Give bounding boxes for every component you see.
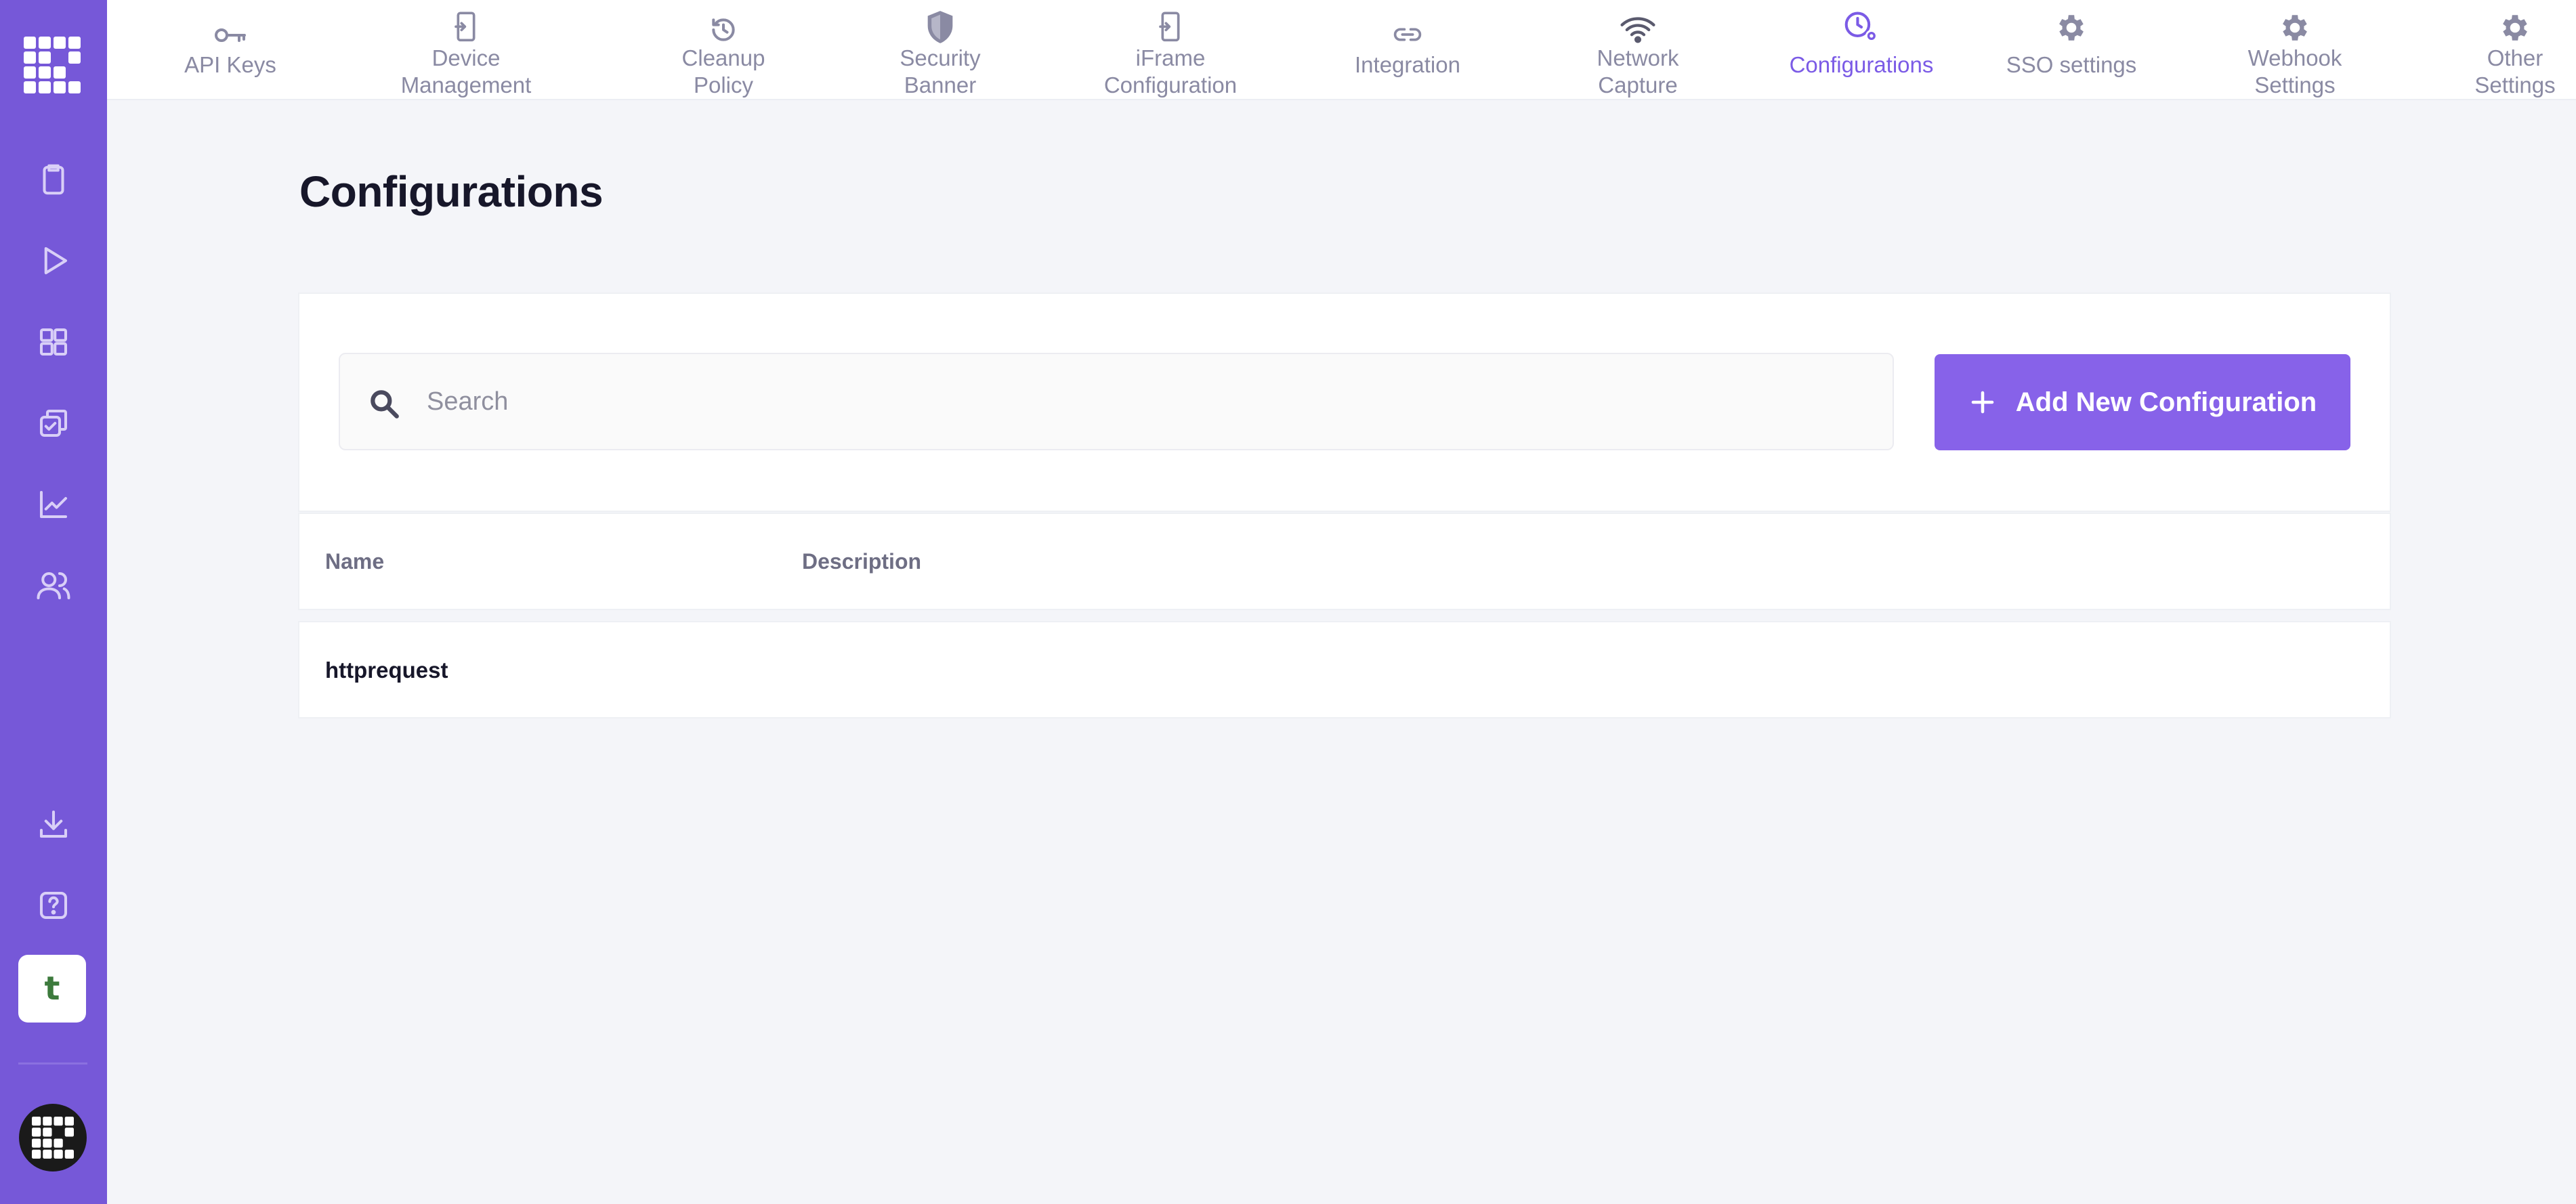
settings-tab-bar: API Keys Device Management Cleanup Polic… <box>107 0 2576 100</box>
avatar[interactable]: t <box>18 955 86 1023</box>
tab-webhook-settings[interactable]: Webhook Settings <box>2193 0 2396 100</box>
table-header: Name Description <box>298 513 2391 610</box>
add-new-configuration-button[interactable]: Add New Configuration <box>1935 354 2350 450</box>
search-input[interactable] <box>427 368 1863 435</box>
tab-sso-settings[interactable]: SSO settings <box>1963 0 2180 100</box>
iframe-icon <box>1157 11 1184 45</box>
device-icon <box>452 11 480 45</box>
sidebar-divider <box>18 1062 87 1065</box>
chart-icon[interactable] <box>35 486 72 523</box>
sidebar: t <box>0 0 107 1204</box>
tab-integration[interactable]: Integration <box>1319 0 1496 100</box>
shield-icon <box>925 9 955 45</box>
tab-api-keys[interactable]: API Keys <box>149 0 312 100</box>
plus-icon <box>1968 388 1997 416</box>
column-header-name[interactable]: Name <box>325 549 384 574</box>
clipboard-icon[interactable] <box>35 161 72 198</box>
help-icon[interactable] <box>35 887 72 924</box>
clock-gear-icon <box>1842 9 1880 45</box>
history-icon <box>709 15 738 45</box>
gear-icon <box>2054 11 2088 45</box>
tab-network-capture[interactable]: Network Capture <box>1550 0 1726 100</box>
tab-device-management[interactable]: Device Management <box>364 0 568 100</box>
table-row[interactable]: httprequest <box>298 621 2391 718</box>
grid-icon[interactable] <box>35 324 72 360</box>
gear-icon <box>2498 11 2532 45</box>
tab-cleanup-policy[interactable]: Cleanup Policy <box>635 0 811 100</box>
brand-logo-icon[interactable] <box>19 1104 87 1171</box>
row-name: httprequest <box>325 658 448 683</box>
search-icon <box>367 387 401 421</box>
download-icon[interactable] <box>35 806 72 842</box>
tab-configurations[interactable]: Configurations <box>1746 0 1977 100</box>
add-button-label: Add New Configuration <box>2015 387 2317 417</box>
link-icon <box>1392 24 1423 45</box>
column-header-description[interactable]: Description <box>802 549 921 574</box>
gear-icon <box>2278 11 2312 45</box>
key-icon <box>213 26 247 45</box>
play-icon[interactable] <box>35 242 72 279</box>
page-title: Configurations <box>299 167 604 216</box>
search-box[interactable] <box>339 353 1894 450</box>
tab-other-settings[interactable]: Other Settings <box>2413 0 2576 100</box>
tab-iframe-configuration[interactable]: iFrame Configuration <box>1069 0 1272 100</box>
users-icon[interactable] <box>35 567 72 604</box>
wifi-icon <box>1620 15 1656 45</box>
checklist-icon[interactable] <box>35 405 72 442</box>
tab-security-banner[interactable]: Security Banner <box>859 0 1021 100</box>
app-logo-icon[interactable] <box>24 37 81 93</box>
